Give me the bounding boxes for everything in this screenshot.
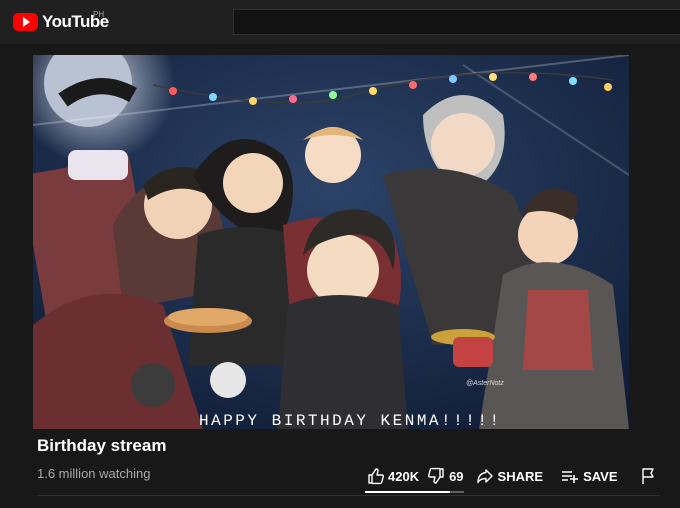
save-button[interactable]: SAVE: [561, 467, 639, 485]
video-player[interactable]: HAPPY BIRTHDAY KENMA!!!!! @AsterNotz: [33, 55, 629, 429]
search-input[interactable]: [233, 9, 680, 35]
divider: [37, 495, 660, 496]
report-button[interactable]: [640, 467, 656, 485]
share-icon: [476, 469, 493, 484]
top-bar: YouTube PH: [0, 0, 680, 44]
region-code: PH: [93, 10, 105, 19]
like-count: 420K: [388, 468, 420, 484]
video-title: Birthday stream: [37, 436, 167, 455]
video-overlay-caption: HAPPY BIRTHDAY KENMA!!!!!: [199, 412, 502, 429]
sentiment-bar: [365, 491, 464, 493]
dislike-count: 69: [449, 468, 464, 484]
dislike-button[interactable]: 69: [427, 467, 475, 485]
video-actions: 420K 69 SHARE SAVE: [367, 466, 656, 486]
like-button[interactable]: 420K: [367, 467, 427, 485]
thumbs-down-icon: [428, 467, 444, 484]
youtube-logo-icon: [13, 13, 38, 31]
share-label: SHARE: [497, 468, 544, 484]
save-playlist-icon: [562, 471, 579, 483]
sentiment-bar-fill: [365, 491, 451, 493]
thumbs-up-icon: [368, 468, 384, 485]
video-frame: HAPPY BIRTHDAY KENMA!!!!! @AsterNotz: [33, 55, 629, 429]
share-button[interactable]: SHARE: [476, 467, 562, 485]
flag-icon: [641, 468, 654, 484]
live-viewer-count: 1.6 million watching: [37, 466, 151, 481]
artist-signature: @AsterNotz: [466, 380, 504, 387]
save-label: SAVE: [583, 468, 618, 484]
